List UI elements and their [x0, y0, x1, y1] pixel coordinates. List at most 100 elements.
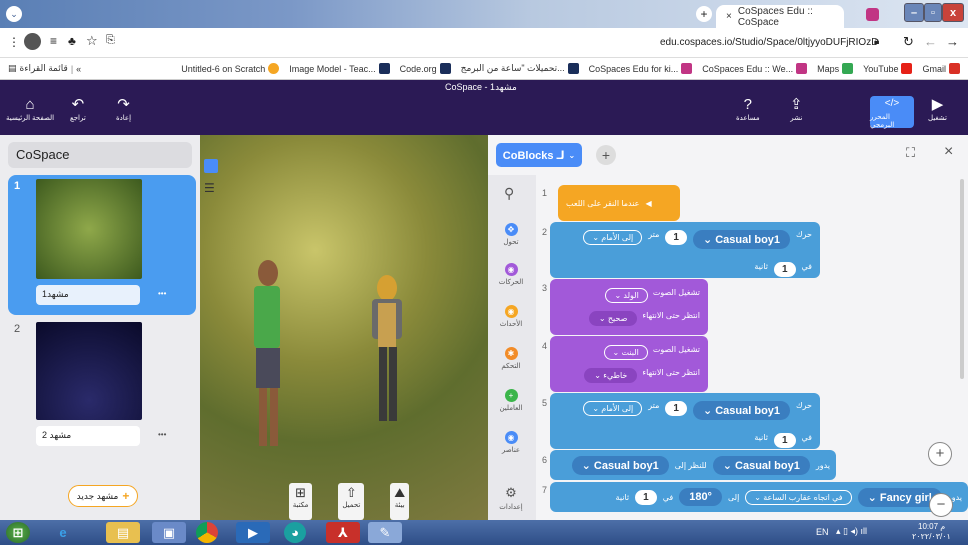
scene-card-1[interactable]: 1 مشهد1 •••	[8, 175, 196, 315]
scene-viewport[interactable]: ☰ ⊞ مكتبة ⇧ تحميل ⛰︎ بيئة	[200, 135, 488, 520]
zoom-in-button[interactable]: +	[928, 442, 952, 466]
undo-button[interactable]: ↶ تراجع	[70, 97, 86, 122]
back-icon[interactable]: ←	[924, 34, 937, 49]
category-animations[interactable]: ◉ الحركات	[496, 263, 526, 286]
forward-icon[interactable]: →	[946, 34, 959, 49]
fullscreen-icon[interactable]: ⛶	[906, 145, 915, 161]
category-settings[interactable]: ⚙ إعدادات	[496, 485, 526, 511]
category-items[interactable]: ◉ عناصر	[496, 431, 526, 454]
minimize-button[interactable]: –	[904, 3, 924, 22]
play-sound-block-2[interactable]: تشغيل الصوت البنت ⌄ انتظر حتى الانتهاء خاط…	[550, 336, 708, 392]
scene-name-field[interactable]: مشهد1	[36, 285, 140, 305]
reload-icon[interactable]: ↻	[903, 34, 914, 50]
tab-search-icon[interactable]: ≡	[50, 34, 57, 48]
category-transform[interactable]: ✥ تحول	[496, 223, 526, 246]
bookmark-cospaces-we[interactable]: CoSpaces Edu :: We...	[702, 63, 808, 74]
chrome-icon[interactable]	[196, 522, 218, 543]
share-page-icon[interactable]: ⎘	[106, 34, 115, 47]
extensions-icon[interactable]: ♣	[68, 34, 76, 48]
add-tab-button[interactable]: +	[596, 145, 616, 165]
share-button[interactable]: ⇪ نشر	[790, 97, 803, 122]
amount-input[interactable]: 1	[665, 401, 687, 416]
rotate-block[interactable]: يدور Fancy girl ⌄ في اتجاه عقارب الساعة …	[550, 482, 968, 512]
zoom-out-button[interactable]: −	[929, 493, 953, 517]
code-editor-button[interactable]: </> المحرر البرمجي	[870, 96, 914, 129]
sound-dropdown[interactable]: خاطيء ⌄	[584, 368, 638, 383]
paint-icon[interactable]: ✎	[368, 522, 402, 543]
time-input[interactable]: 1	[773, 262, 796, 277]
new-tab-button[interactable]: +	[696, 6, 712, 22]
turn-look-block[interactable]: يدور Casual boy1 ⌄ للنظر إلى Casual boy1…	[550, 450, 836, 480]
vertical-scrollbar[interactable]	[960, 179, 964, 379]
object-dropdown[interactable]: Casual boy1 ⌄	[692, 401, 791, 420]
ie-icon[interactable]: e	[46, 522, 80, 543]
home-button[interactable]: ⌂ الصفحة الرئيسية	[6, 97, 54, 122]
time-input[interactable]: 1	[773, 433, 796, 448]
menu-dots-icon[interactable]: ⋮	[8, 35, 20, 49]
clock-date[interactable]: ٢٠٢٢/٠٣/٠١	[912, 532, 951, 541]
fancy-girl-figure[interactable]	[368, 275, 406, 425]
clock-time[interactable]: 10:07 م	[918, 522, 945, 531]
tray-icons[interactable]: ▴ ▯ ◂) ıll	[836, 526, 867, 537]
url-text[interactable]: edu.cospaces.io/Studio/Space/0ltjyyoDUFj…	[660, 37, 878, 48]
new-scene-button[interactable]: مشهد جديد +	[68, 485, 138, 507]
bookmark-downloads[interactable]: تحميلات "ساعة من البرمج...	[461, 63, 579, 74]
category-control[interactable]: ✱ التحكم	[496, 347, 526, 370]
language-indicator[interactable]: EN	[816, 527, 829, 537]
explorer-icon[interactable]: ▤	[106, 522, 140, 543]
when-play-block[interactable]: ◀ عندما النقر على اللعب	[558, 185, 680, 221]
move-block-2[interactable]: حرك Casual boy1 ⌄ 1 متر إلى الأمام ⌄ في …	[550, 393, 820, 449]
pdf-icon[interactable]: ⅄	[326, 522, 360, 543]
bookmark-cospaces-kids[interactable]: CoSpaces Edu for ki...	[589, 63, 693, 74]
object-dropdown[interactable]: Casual boy1 ⌄	[712, 455, 810, 475]
sound-target-dropdown[interactable]: الولد ⌄	[605, 288, 648, 303]
media-icon[interactable]: ▶	[236, 522, 270, 543]
close-window-button[interactable]: x	[942, 3, 964, 22]
object-dropdown[interactable]: Casual boy1 ⌄	[692, 230, 791, 249]
play-button[interactable]: ▶ تشغيل	[928, 97, 947, 122]
category-events[interactable]: ◉ الأحداث	[496, 305, 526, 328]
maximize-button[interactable]: ▫	[924, 3, 942, 22]
casual-boy-figure[interactable]	[250, 260, 284, 450]
coblocks-tab[interactable]: CoBlocks لـ ⌄	[496, 143, 582, 167]
sound-target-dropdown[interactable]: البنت ⌄	[603, 345, 648, 360]
help-button[interactable]: ? مساعدة	[736, 97, 760, 122]
bookmark-image-model[interactable]: Image Model - Teac...	[289, 63, 390, 74]
target-dropdown[interactable]: Casual boy1 ⌄	[571, 455, 669, 475]
degrees-input[interactable]: 180°	[679, 488, 722, 506]
scene-more-icon[interactable]: •••	[158, 430, 166, 439]
direction-dropdown[interactable]: إلى الأمام ⌄	[583, 230, 643, 245]
browser-menu-button[interactable]: ⌄	[6, 6, 22, 22]
library-button[interactable]: ⊞ مكتبة	[288, 483, 313, 520]
bookmark-overflow[interactable]: ▤ قائمة القراءة | «	[8, 63, 81, 74]
scene-card-2[interactable]: 2 مشهد 2 •••	[8, 318, 196, 456]
bookmark-code-org[interactable]: Code.org	[400, 63, 451, 74]
profile-icon[interactable]	[24, 33, 41, 50]
bookmark-scratch[interactable]: Untitled-6 on Scratch	[181, 63, 280, 74]
close-editor-icon[interactable]: ×	[944, 143, 953, 161]
redo-button[interactable]: ↷ إعادة	[116, 97, 131, 122]
sound-dropdown[interactable]: صحيح ⌄	[588, 311, 638, 326]
bookmark-youtube[interactable]: YouTube	[863, 63, 913, 74]
start-button[interactable]: ⊞	[6, 522, 30, 543]
image-icon[interactable]	[204, 159, 218, 173]
edge-icon[interactable]: ◕	[284, 522, 306, 543]
environment-button[interactable]: ⛰︎ بيئة	[390, 483, 410, 520]
direction-dropdown[interactable]: إلى الأمام ⌄	[583, 401, 643, 416]
scene-more-icon[interactable]: •••	[158, 289, 166, 298]
amount-input[interactable]: 1	[665, 230, 687, 245]
move-block-1[interactable]: حرك Casual boy1 ⌄ 1 متر إلى الأمام ⌄ في …	[550, 222, 820, 278]
time-input[interactable]: 1	[635, 489, 657, 505]
app-icon[interactable]: ▣	[152, 522, 186, 543]
bookmark-star-icon[interactable]: ☆	[86, 33, 98, 49]
browser-tab[interactable]: × CoSpaces Edu :: CoSpace	[716, 5, 844, 28]
upload-button[interactable]: ⇧ تحميل	[338, 483, 365, 520]
bookmark-maps[interactable]: Maps	[817, 63, 854, 74]
close-tab-icon[interactable]: ×	[726, 11, 732, 22]
play-sound-block-1[interactable]: تشغيل الصوت الولد ⌄ انتظر حتى الانتهاء صحي…	[550, 279, 708, 335]
category-operators[interactable]: + العاملين	[496, 389, 526, 412]
list-icon[interactable]: ☰	[204, 181, 215, 195]
search-icon[interactable]: ⚲	[504, 185, 514, 202]
rotation-dir-dropdown[interactable]: في اتجاه عقارب الساعة ⌄	[745, 489, 852, 505]
bookmark-gmail[interactable]: Gmail	[922, 63, 960, 74]
